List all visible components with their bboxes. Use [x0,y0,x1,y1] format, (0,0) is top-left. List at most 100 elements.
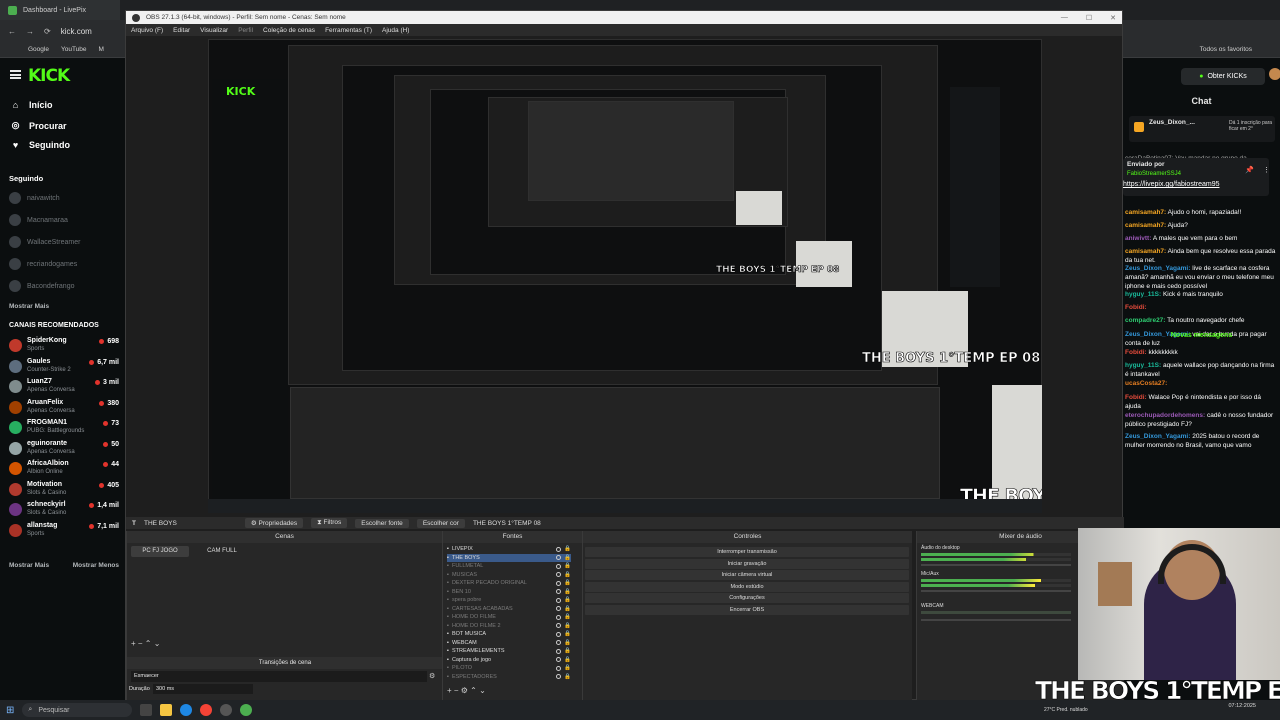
lock-icon[interactable]: 🔒 [564,622,571,631]
lock-icon[interactable]: 🔒 [564,554,571,563]
eye-icon[interactable] [556,614,562,620]
eye-icon[interactable] [556,606,562,612]
bookmark-google[interactable]: Google [28,46,49,53]
lock-icon[interactable]: 🔒 [564,630,571,639]
pinned-message[interactable]: Zeus_Dixon_... Dá 1 inscrição para ficar… [1129,116,1275,142]
eye-icon[interactable] [556,648,562,654]
recommended-channel[interactable]: AruanFelix Apenas Conversa 380 [9,398,119,418]
eye-icon[interactable] [556,657,562,663]
eye-icon[interactable] [556,555,562,561]
following-item[interactable]: naivawitch [9,192,119,204]
lock-icon[interactable]: 🔒 [564,545,571,554]
scene-cam-full[interactable]: CAM FULL [193,546,251,557]
edge-icon[interactable] [180,704,193,716]
menu-perfil[interactable]: Perfil [238,27,253,34]
nav-seguindo[interactable]: ♥ Seguindo [10,140,70,150]
sent-by-card[interactable]: Enviado por FabioStreamerSSJ4 https://li… [1123,158,1270,196]
recommended-channel[interactable]: eguinorante Apenas Conversa 50 [9,439,119,459]
lock-icon[interactable]: 🔒 [564,588,571,597]
chat-message[interactable]: Zeus_Dixon_Yagami: 2025 batou o record d… [1125,432,1277,450]
eye-icon[interactable] [556,563,562,569]
close-icon[interactable]: ✕ [1110,14,1116,22]
choose-color-button[interactable]: Escolher cor [416,518,465,528]
source-item[interactable]: ▪ LIVEPIX 🔒 [447,545,571,554]
source-item[interactable]: ▪ DEXTER PECADO ORIGINAL 🔒 [447,579,571,588]
recommended-channel[interactable]: AfricaAlbion Albion Online 44 [9,459,119,479]
more-vertical-icon[interactable]: ⋮ [1263,166,1270,174]
chat-message[interactable]: Fobidi: kkkkkkkkk [1125,348,1277,357]
show-less-link[interactable]: Mostrar Menos [73,562,119,569]
eye-icon[interactable] [556,589,562,595]
nav-procurar[interactable]: ◎ Procurar [10,120,67,131]
control-button[interactable]: Interromper transmissão [585,547,909,557]
menu-ferramentas[interactable]: Ferramentas (T) [325,27,372,34]
source-item[interactable]: ▪ THE BOYS 🔒 [447,553,571,563]
eye-icon[interactable] [556,640,562,646]
chat-username[interactable]: camisamah7: [1125,222,1166,229]
lock-icon[interactable]: 🔒 [564,613,571,622]
eye-icon[interactable] [556,597,562,603]
lock-icon[interactable]: 🔒 [564,579,571,588]
chat-message[interactable]: compadre27: Ta noutro navegador chefe [1125,316,1277,325]
source-item[interactable]: ▪ spera pobre 🔒 [447,596,571,605]
obs-preview-canvas[interactable]: KICK THE BOYS 1°TEMP EP 08 THE BOYS 1°TE… [208,39,1042,513]
menu-editar[interactable]: Editar [173,27,190,34]
source-item[interactable]: ▪ HOME DO FILME 2 🔒 [447,622,571,631]
recommended-channel[interactable]: SpiderKong Sports 698 [9,336,119,356]
lock-icon[interactable]: 🔒 [564,639,571,648]
chat-message[interactable]: camisamah7: Ajuda? [1125,221,1277,230]
recommended-channel[interactable]: allanstag Sports 7,1 mil [9,521,119,541]
taskbar-search[interactable]: ⌕ Pesquisar [22,703,133,717]
taskbar-clock[interactable]: 07:12:2025 [1228,703,1256,710]
control-button[interactable]: Configurações [585,593,909,603]
eye-icon[interactable] [556,572,562,578]
source-item[interactable]: ▪ FULLMETAL 🔒 [447,562,571,571]
chat-message[interactable]: camisamah7: Ainda bem que resolveu essa … [1125,247,1277,265]
profile-avatar[interactable] [1269,68,1280,80]
maximize-icon[interactable]: ☐ [1086,14,1092,22]
show-more-link[interactable]: Mostrar Mais [9,562,49,569]
chat-message[interactable]: camisamah7: Ajudo o homi, rapaziada!! [1125,208,1277,217]
text-value[interactable]: THE BOYS 1°TEMP 08 [473,520,541,527]
following-item[interactable]: WallaceStreamer [9,236,119,248]
lock-icon[interactable]: 🔒 [564,571,571,580]
source-list-controls[interactable]: + − ⚙ ⌃ ⌄ [447,686,486,695]
chat-message[interactable]: ucasCosta27: [1125,379,1277,388]
nav-inicio[interactable]: ⌂ Início [10,100,53,110]
chat-message[interactable]: aniwivtt: A males que vem para o bem [1125,234,1277,243]
chat-username[interactable]: camisamah7: [1125,209,1166,216]
chat-message[interactable]: Fobidi: Walace Pop é nintendista e por i… [1125,393,1277,411]
obter-kicks-button[interactable]: ● Obter KICKs [1181,68,1265,85]
menu-icon[interactable] [10,70,21,79]
following-item[interactable]: Macnamaraa [9,214,119,226]
livepix-link[interactable]: https://livepix.gg/fabiostream95 [1123,181,1220,188]
control-button[interactable]: Modo estúdio [585,581,909,592]
eye-icon[interactable] [556,580,562,586]
menu-visualizar[interactable]: Visualizar [200,27,228,34]
following-item[interactable]: Bacondefrango [9,280,119,292]
browser-tab-livepix[interactable]: Dashboard - LivePix [0,0,120,20]
transition-select[interactable]: Esmaecer [131,671,427,682]
source-item[interactable]: ▪ WEBCAM 🔒 [447,639,571,648]
chat-username[interactable]: eterochupadordehomens: [1125,412,1205,419]
lock-icon[interactable]: 🔒 [564,673,571,682]
kick-logo[interactable]: KICK [28,66,70,86]
chat-message[interactable]: Zeus_Dixon_Yagami: live de scarface na c… [1125,264,1277,291]
chat-username[interactable]: camisamah7: [1125,248,1166,255]
source-item[interactable]: ▪ STREAMELEMENTS 🔒 [447,647,571,656]
chrome-2-icon[interactable] [240,704,253,716]
chat-username[interactable]: Zeus_Dixon_Yagami: [1125,265,1190,272]
chat-username[interactable]: hyguy_11S: [1125,291,1161,298]
chat-message[interactable]: Fobidi: [1125,303,1277,312]
webcam-volume-slider[interactable] [921,619,1071,621]
recommended-channel[interactable]: LuanZ7 Apenas Conversa 3 mil [9,377,119,397]
menu-ajuda[interactable]: Ajuda (H) [382,27,409,34]
lock-icon[interactable]: 🔒 [564,562,571,571]
chat-username[interactable]: Fobidi: [1125,349,1147,356]
mic-volume-slider[interactable] [921,590,1071,592]
source-item[interactable]: ▪ HOME DO FILME 🔒 [447,613,571,622]
scene-list-controls[interactable]: + − ⌃ ⌄ [131,639,160,648]
eye-icon[interactable] [556,674,562,680]
following-item[interactable]: recriandogames [9,258,119,270]
chat-username[interactable]: hyguy_11S: [1125,362,1161,369]
